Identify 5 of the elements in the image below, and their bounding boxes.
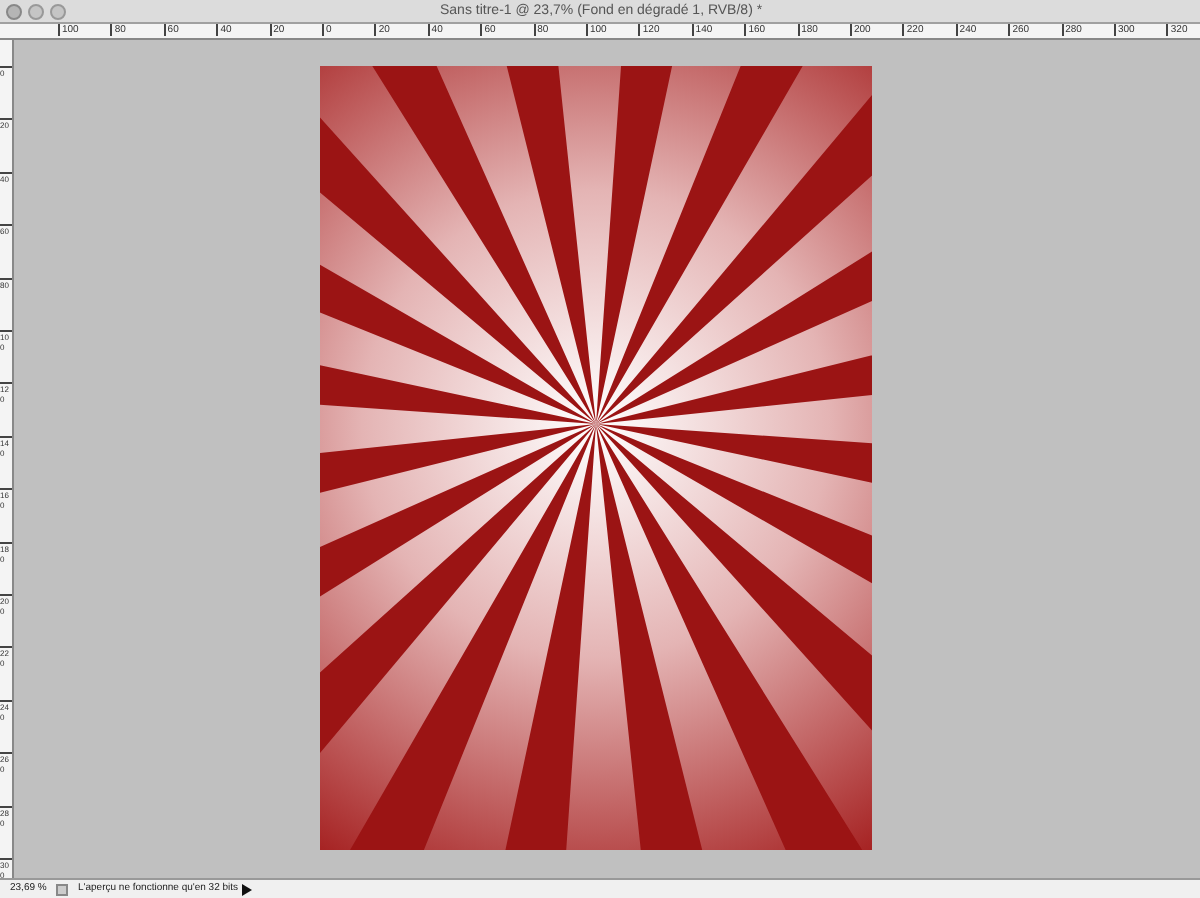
status-icon[interactable] — [56, 883, 68, 895]
close-icon[interactable] — [6, 3, 22, 19]
play-arrow-icon[interactable] — [242, 883, 252, 895]
minimize-icon[interactable] — [28, 3, 44, 19]
zoom-icon[interactable] — [50, 3, 66, 19]
